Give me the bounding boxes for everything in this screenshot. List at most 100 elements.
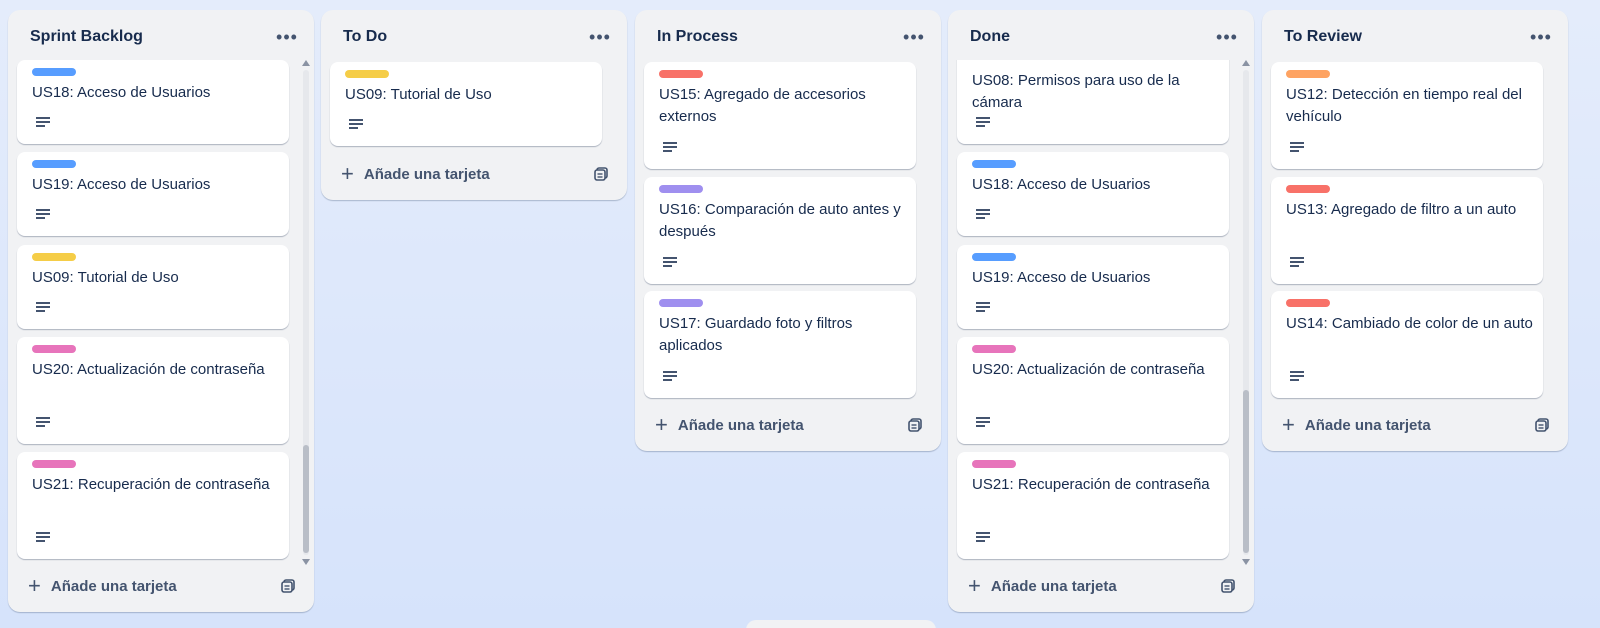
list-header[interactable]: In Process ••• xyxy=(635,10,941,60)
card[interactable]: US21: Recuperación de contraseña xyxy=(17,452,289,559)
card-label[interactable] xyxy=(659,185,703,193)
card[interactable]: US09: Tutorial de Uso xyxy=(330,62,602,146)
add-card-button[interactable]: + Añade una tarjeta xyxy=(647,409,812,441)
list-header[interactable]: To Do ••• xyxy=(321,10,627,60)
card-label[interactable] xyxy=(32,460,76,468)
card-label[interactable] xyxy=(1286,185,1330,193)
card[interactable]: US09: Tutorial de Uso xyxy=(17,245,289,329)
card-title: US21: Recuperación de contraseña xyxy=(32,476,270,493)
card[interactable]: US21: Recuperación de contraseña xyxy=(957,452,1229,559)
card-label[interactable] xyxy=(32,345,76,353)
card-template-icon[interactable] xyxy=(1216,574,1240,598)
card[interactable]: US12: Detección en tiempo real del vehíc… xyxy=(1271,62,1543,169)
card-title: US15: Agregado de accesorios externos xyxy=(659,86,866,125)
add-card-label: Añade una tarjeta xyxy=(990,577,1117,595)
scroll-up-arrow[interactable] xyxy=(302,60,310,66)
card[interactable]: US13: Agregado de filtro a un auto xyxy=(1271,177,1543,284)
card[interactable]: US17: Guardado foto y filtros aplicados xyxy=(644,291,916,398)
scrollbar[interactable] xyxy=(1242,60,1250,565)
description-icon xyxy=(976,117,990,129)
description-icon xyxy=(663,257,677,269)
board: Sprint Backlog ••• US18: Acceso de Usuar… xyxy=(0,0,1600,628)
card-label[interactable] xyxy=(345,70,389,78)
list-sprint-backlog: Sprint Backlog ••• US18: Acceso de Usuar… xyxy=(8,10,314,612)
card-title: US21: Recuperación de contraseña xyxy=(972,476,1210,493)
add-card-button[interactable]: + Añade una tarjeta xyxy=(333,158,498,190)
card[interactable]: US15: Agregado de accesorios externos xyxy=(644,62,916,169)
add-card-label: Añade una tarjeta xyxy=(50,577,177,595)
list-to-do: To Do ••• US09: Tutorial de Uso + Añade … xyxy=(321,10,627,200)
card-label[interactable] xyxy=(32,160,76,168)
description-icon xyxy=(36,209,50,221)
scrollbar[interactable] xyxy=(302,60,310,565)
list-header[interactable]: Sprint Backlog ••• xyxy=(8,10,314,60)
card-template-icon[interactable] xyxy=(1530,413,1554,437)
plus-icon: + xyxy=(28,573,41,598)
plus-icon: + xyxy=(1282,412,1295,437)
card-label[interactable] xyxy=(972,160,1016,168)
list-footer: + Añade una tarjeta xyxy=(1262,403,1568,447)
description-icon xyxy=(36,302,50,314)
card-template-icon[interactable] xyxy=(276,574,300,598)
card-template-icon[interactable] xyxy=(903,413,927,437)
list-header[interactable]: To Review ••• xyxy=(1262,10,1568,60)
more-horizontal-icon[interactable]: ••• xyxy=(1212,22,1242,52)
card-list: US15: Agregado de accesorios externos US… xyxy=(635,60,941,405)
card-title: US09: Tutorial de Uso xyxy=(32,269,179,286)
card-label[interactable] xyxy=(1286,70,1330,78)
list-title: To Review xyxy=(1284,28,1362,45)
description-icon xyxy=(36,417,50,429)
list-header[interactable]: Done ••• xyxy=(948,10,1254,60)
card-list: US08: Permisos para uso de la cámara US1… xyxy=(948,60,1254,568)
list-title: Sprint Backlog xyxy=(30,28,143,45)
card-label[interactable] xyxy=(659,70,703,78)
card-label[interactable] xyxy=(32,253,76,261)
more-horizontal-icon[interactable]: ••• xyxy=(899,22,929,52)
card-title: US16: Comparación de auto antes y despué… xyxy=(659,201,901,240)
scroll-thumb[interactable] xyxy=(303,445,309,553)
list-done: Done ••• US08: Permisos para uso de la c… xyxy=(948,10,1254,612)
card-title: US12: Detección en tiempo real del vehíc… xyxy=(1286,86,1522,125)
card[interactable]: US20: Actualización de contraseña xyxy=(17,337,289,444)
add-card-label: Añade una tarjeta xyxy=(1304,416,1431,434)
list-footer: + Añade una tarjeta xyxy=(8,564,314,608)
add-card-button[interactable]: + Añade una tarjeta xyxy=(1274,409,1439,441)
card[interactable]: US18: Acceso de Usuarios xyxy=(17,60,289,144)
card-label[interactable] xyxy=(659,299,703,307)
card[interactable]: US20: Actualización de contraseña xyxy=(957,337,1229,444)
add-card-button[interactable]: + Añade una tarjeta xyxy=(20,570,185,602)
card-title: US14: Cambiado de color de un auto xyxy=(1286,315,1533,332)
list-title: To Do xyxy=(343,28,388,45)
card[interactable]: US16: Comparación de auto antes y despué… xyxy=(644,177,916,284)
card-list: US09: Tutorial de Uso xyxy=(321,60,627,152)
card[interactable]: US18: Acceso de Usuarios xyxy=(957,152,1229,236)
card-title: US18: Acceso de Usuarios xyxy=(32,84,211,101)
card-template-icon[interactable] xyxy=(589,162,613,186)
card-label[interactable] xyxy=(972,345,1016,353)
description-icon xyxy=(1290,257,1304,269)
more-horizontal-icon[interactable]: ••• xyxy=(272,22,302,52)
more-horizontal-icon[interactable]: ••• xyxy=(1526,22,1556,52)
list-footer: + Añade una tarjeta xyxy=(321,152,627,196)
card-title: US20: Actualización de contraseña xyxy=(32,361,265,378)
plus-icon: + xyxy=(968,573,981,598)
card[interactable]: US14: Cambiado de color de un auto xyxy=(1271,291,1543,398)
card[interactable]: US19: Acceso de Usuarios xyxy=(17,152,289,236)
scroll-thumb[interactable] xyxy=(1243,390,1249,553)
card-label[interactable] xyxy=(1286,299,1330,307)
card-label[interactable] xyxy=(32,68,76,76)
description-icon xyxy=(663,371,677,383)
card[interactable]: US08: Permisos para uso de la cámara xyxy=(957,60,1229,144)
add-card-button[interactable]: + Añade una tarjeta xyxy=(960,570,1125,602)
card-label[interactable] xyxy=(972,460,1016,468)
add-card-label: Añade una tarjeta xyxy=(677,416,804,434)
list-title: Done xyxy=(970,28,1010,45)
card-label[interactable] xyxy=(972,253,1016,261)
description-icon xyxy=(663,142,677,154)
more-horizontal-icon[interactable]: ••• xyxy=(585,22,615,52)
scroll-up-arrow[interactable] xyxy=(1242,60,1250,66)
description-icon xyxy=(1290,142,1304,154)
description-icon xyxy=(1290,371,1304,383)
list-title: In Process xyxy=(657,28,738,45)
card[interactable]: US19: Acceso de Usuarios xyxy=(957,245,1229,329)
